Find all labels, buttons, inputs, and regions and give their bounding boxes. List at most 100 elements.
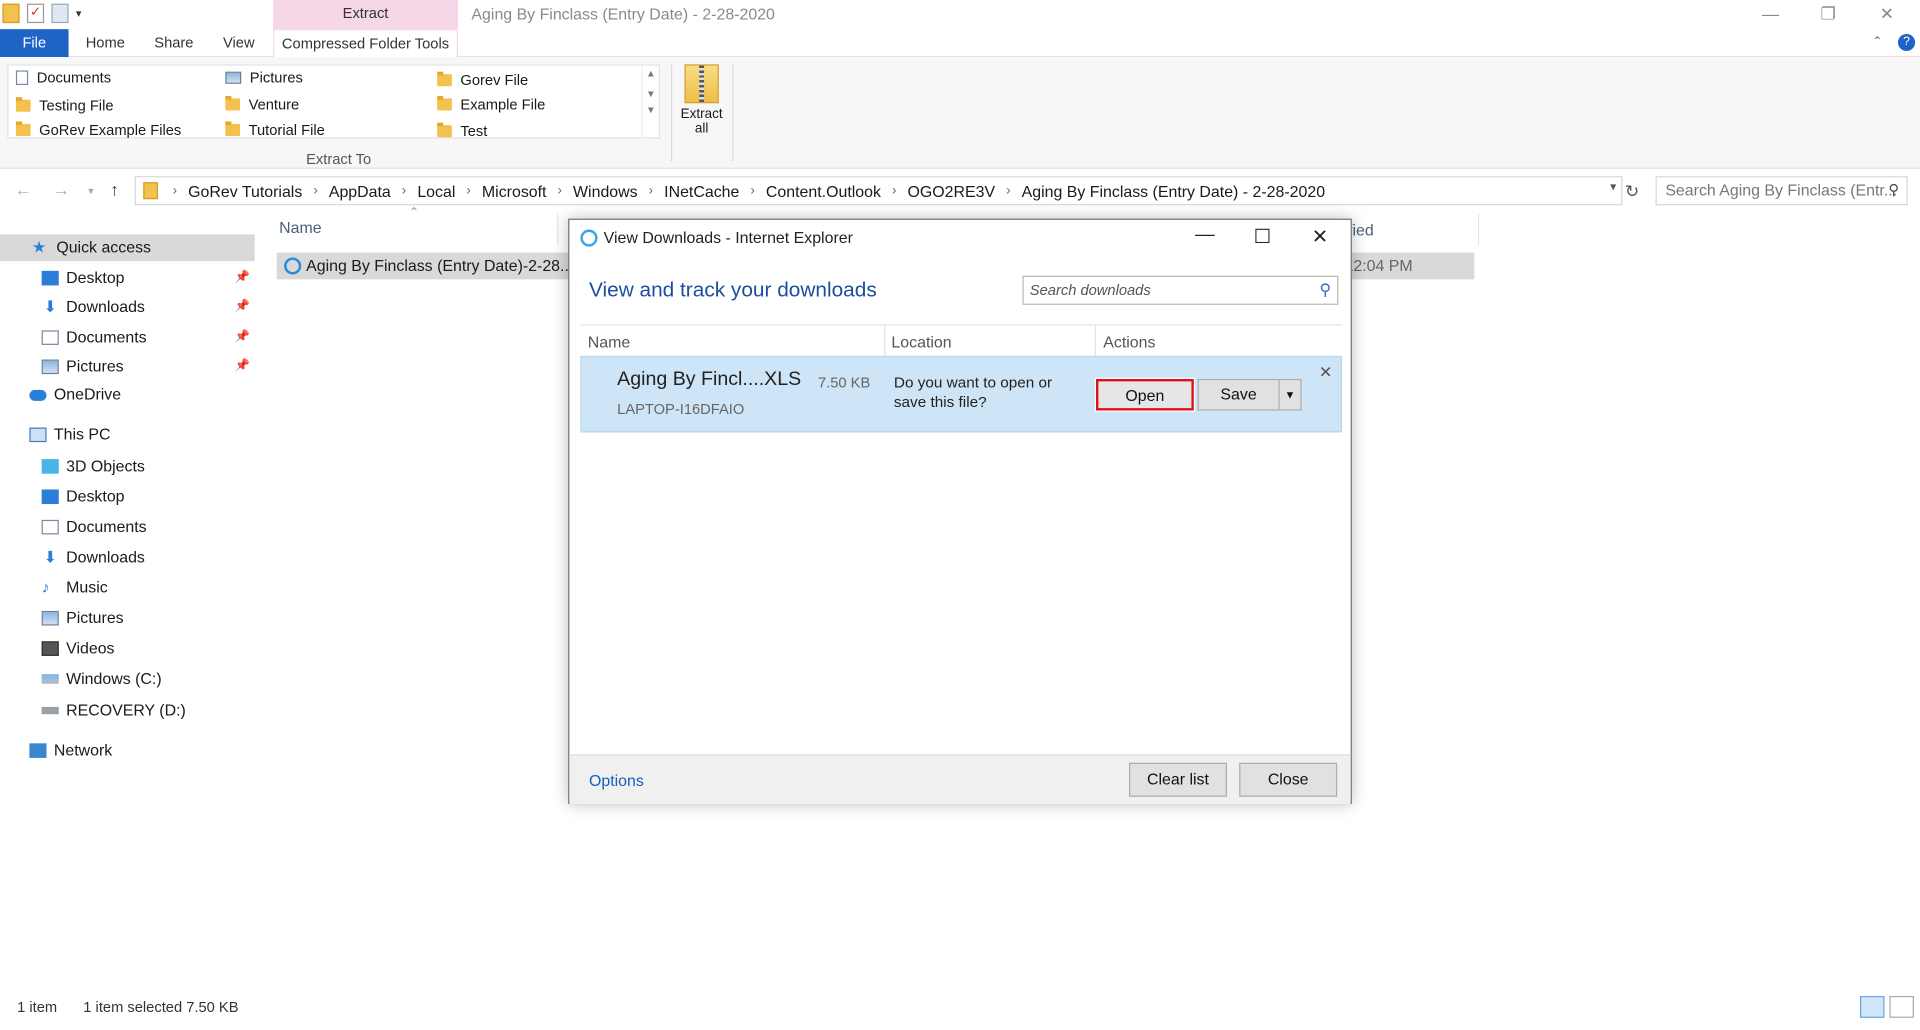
star-icon: ★ — [31, 238, 47, 257]
forward-arrow-icon[interactable]: → — [53, 180, 70, 199]
gallery-item-test[interactable]: Test — [437, 122, 487, 140]
address-bar[interactable]: › GoRev Tutorials › AppData › Local › Micro… — [134, 176, 1623, 206]
cloud-icon — [29, 389, 47, 401]
column-divider[interactable] — [1477, 213, 1480, 246]
pin-icon[interactable]: 📌 — [235, 324, 250, 351]
save-options-dropdown-icon[interactable]: ▼ — [1278, 378, 1302, 411]
nav-item-pc-desktop[interactable]: Desktop — [0, 483, 255, 510]
new-folder-icon[interactable] — [51, 3, 69, 24]
refresh-icon[interactable]: ↻ — [1625, 181, 1639, 202]
cube-icon — [41, 459, 59, 474]
chevron-right-icon[interactable]: › — [649, 183, 653, 198]
nav-item-pc-documents[interactable]: Documents — [0, 514, 255, 541]
breadcrumb-ogo2re3v[interactable]: OGO2RE3V — [907, 182, 995, 200]
nav-item-pc-downloads[interactable]: ⬇ Downloads — [0, 544, 255, 571]
nav-item-windows-c[interactable]: Windows (C:) — [0, 666, 255, 693]
nav-item-videos[interactable]: Videos — [0, 635, 255, 662]
help-icon[interactable]: ? — [1897, 34, 1916, 52]
pictures-icon — [225, 71, 242, 84]
breadcrumb-content-outlook[interactable]: Content.Outlook — [766, 182, 881, 200]
recent-locations-icon[interactable]: ▾ — [88, 185, 94, 198]
ie-icon — [580, 229, 598, 247]
network-icon — [29, 743, 47, 758]
column-divider[interactable] — [557, 213, 559, 246]
restore-button[interactable]: ❐ — [1800, 0, 1856, 29]
chevron-right-icon[interactable]: › — [750, 183, 754, 198]
nav-item-pc-pictures[interactable]: Pictures — [0, 605, 255, 632]
tab-file[interactable]: File — [0, 29, 69, 58]
tab-compressed-folder-tools[interactable]: Compressed Folder Tools — [273, 29, 458, 58]
dialog-maximize-button[interactable]: ☐ — [1244, 225, 1281, 249]
gallery-item-pictures[interactable]: Pictures — [225, 69, 303, 86]
chevron-right-icon[interactable]: › — [466, 183, 470, 198]
details-view-icon[interactable] — [1860, 995, 1885, 1018]
scroll-up-icon[interactable]: ▲ — [643, 68, 659, 79]
nav-item-onedrive[interactable]: OneDrive — [0, 381, 255, 408]
minimize-button[interactable]: — — [1742, 0, 1798, 29]
ribbon-separator — [671, 64, 673, 162]
chevron-right-icon[interactable]: › — [892, 183, 896, 198]
breadcrumb-local[interactable]: Local — [417, 182, 455, 200]
nav-item-this-pc[interactable]: This PC — [0, 421, 255, 448]
column-header-name[interactable]: Name — [279, 219, 321, 237]
address-toolbar: ← → ▾ ↑ › GoRev Tutorials › AppData › Loca… — [0, 175, 1920, 207]
tab-home[interactable]: Home — [81, 29, 130, 57]
close-window-button[interactable]: ✕ — [1859, 0, 1915, 29]
close-button[interactable]: Close — [1239, 762, 1338, 797]
breadcrumb-gorev-tutorials[interactable]: GoRev Tutorials — [188, 182, 302, 200]
nav-item-music[interactable]: ♪ Music — [0, 575, 255, 602]
dialog-minimize-button[interactable]: — — [1187, 225, 1224, 247]
breadcrumb-appdata[interactable]: AppData — [329, 182, 391, 200]
address-dropdown-icon[interactable]: ▾ — [1610, 181, 1616, 194]
clear-list-button[interactable]: Clear list — [1128, 762, 1227, 797]
gallery-item-venture[interactable]: Venture — [225, 95, 299, 113]
pin-icon[interactable]: 📌 — [235, 353, 250, 380]
ribbon-collapse-icon[interactable]: ⌃ — [1872, 35, 1882, 48]
nav-item-downloads[interactable]: ⬇ Downloads 📌 — [0, 294, 255, 321]
scroll-down-icon[interactable]: ▼ — [643, 89, 659, 100]
download-item[interactable]: Aging By Fincl....XLS 7.50 KB LAPTOP-I16… — [580, 355, 1343, 433]
pin-icon[interactable]: 📌 — [235, 265, 250, 292]
nav-item-desktop[interactable]: Desktop 📌 — [0, 265, 255, 292]
dismiss-download-icon[interactable]: ✕ — [1319, 363, 1332, 382]
gallery-scroll[interactable]: ▲ ▼ ▼ — [641, 65, 659, 138]
breadcrumb-windows[interactable]: Windows — [573, 182, 638, 200]
gallery-item-example-file[interactable]: Example File — [437, 95, 545, 113]
dialog-close-button[interactable]: ✕ — [1302, 225, 1339, 249]
open-button[interactable]: Open — [1094, 377, 1196, 412]
nav-item-3d-objects[interactable]: 3D Objects — [0, 453, 255, 480]
pin-icon[interactable]: 📌 — [235, 294, 250, 321]
nav-item-pictures[interactable]: Pictures 📌 — [0, 353, 255, 380]
nav-item-quick-access[interactable]: ★ Quick access — [0, 234, 255, 262]
up-arrow-icon[interactable]: ↑ — [110, 180, 119, 199]
nav-item-recovery-d[interactable]: RECOVERY (D:) — [0, 697, 255, 724]
tab-view[interactable]: View — [217, 29, 261, 57]
ribbon-separator — [732, 64, 734, 162]
chevron-right-icon[interactable]: › — [402, 183, 406, 198]
options-link[interactable]: Options — [589, 771, 644, 789]
back-arrow-icon[interactable]: ← — [15, 180, 32, 199]
gallery-item-tutorial-file[interactable]: Tutorial File — [225, 121, 325, 138]
extract-all-button[interactable]: Extract all — [677, 64, 726, 136]
chevron-right-icon[interactable]: › — [1006, 183, 1010, 198]
gallery-item-testing-file[interactable]: Testing File — [15, 97, 114, 114]
tab-share[interactable]: Share — [149, 29, 198, 57]
breadcrumb-current-folder[interactable]: Aging By Finclass (Entry Date) - 2-28-20… — [1022, 182, 1325, 200]
save-button[interactable]: Save — [1197, 378, 1279, 411]
chevron-right-icon[interactable]: › — [313, 183, 317, 198]
gallery-expand-icon[interactable]: ▼ — [643, 104, 659, 115]
gallery-item-gorev-file[interactable]: Gorev File — [437, 71, 528, 89]
properties-icon[interactable]: ✓ — [26, 3, 45, 24]
gallery-item-documents[interactable]: Documents — [15, 69, 111, 86]
chevron-right-icon[interactable]: › — [558, 183, 562, 198]
breadcrumb-inetcache[interactable]: INetCache — [664, 182, 739, 200]
breadcrumb-microsoft[interactable]: Microsoft — [482, 182, 547, 200]
gallery-item-gorev-example-files[interactable]: GoRev Example Files — [15, 121, 181, 138]
nav-item-documents[interactable]: Documents 📌 — [0, 324, 255, 351]
search-icon[interactable]: ⚲ — [1319, 281, 1331, 300]
nav-item-network[interactable]: Network — [0, 737, 255, 764]
large-icons-view-icon[interactable] — [1889, 995, 1914, 1018]
search-downloads-input[interactable]: Search downloads ⚲ — [1022, 275, 1339, 305]
customize-qat-icon[interactable]: ▾ — [76, 7, 82, 20]
search-input[interactable]: Search Aging By Finclass (Entr... ⚲ — [1655, 176, 1908, 206]
